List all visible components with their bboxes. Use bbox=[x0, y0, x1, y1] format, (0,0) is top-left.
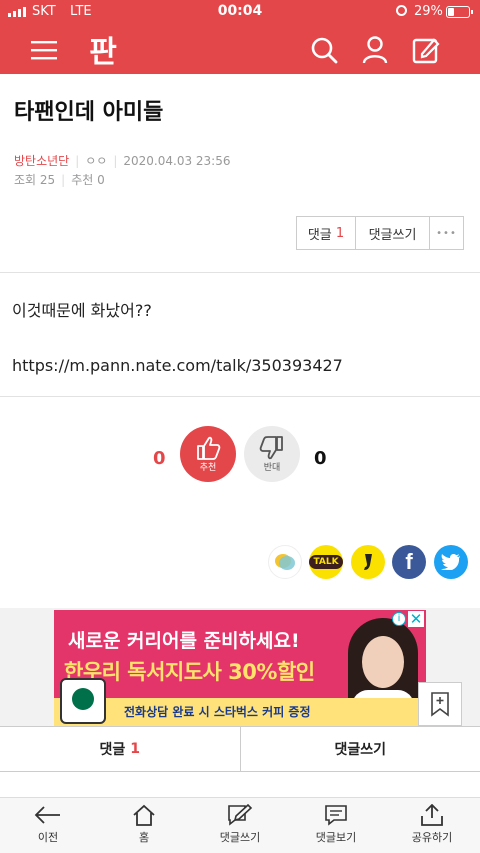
upvote-button[interactable]: 추천 bbox=[180, 426, 236, 482]
nav-back-label: 이전 bbox=[37, 831, 59, 844]
view-comment-icon bbox=[325, 805, 347, 826]
comment-count: 1 bbox=[335, 225, 345, 241]
coffee-cup-icon bbox=[60, 678, 106, 724]
share-icon bbox=[421, 804, 443, 826]
twitter-icon[interactable] bbox=[434, 545, 468, 579]
kakaopage-icon[interactable] bbox=[351, 545, 385, 579]
write-comment-icon bbox=[228, 804, 253, 826]
comment-tab-count: 1 bbox=[130, 741, 140, 757]
post-meta: 방탄소년단 | ㅇㅇ | 2020.04.03 23:56 bbox=[14, 154, 231, 168]
search-icon[interactable] bbox=[306, 32, 342, 68]
kakaostory-icon[interactable] bbox=[268, 545, 302, 579]
downvote-label: 반대 bbox=[263, 462, 281, 473]
battery-percent: 29% bbox=[414, 4, 443, 19]
post-body-link[interactable]: https://m.pann.nate.com/talk/350393427 bbox=[12, 356, 343, 375]
thumbs-up-icon bbox=[197, 436, 221, 460]
status-bar: SKT LTE 00:04 29% bbox=[0, 0, 480, 24]
write-icon[interactable] bbox=[408, 32, 444, 68]
nav-view-comments[interactable]: 댓글보기 bbox=[288, 798, 384, 853]
ad-info-icon[interactable]: i bbox=[392, 612, 406, 626]
alarm-icon bbox=[396, 5, 407, 16]
back-arrow-icon bbox=[34, 806, 60, 824]
nav-home-label: 홈 bbox=[138, 831, 150, 844]
ad-headline: 새로운 커리어를 준비하세요! bbox=[68, 630, 300, 652]
nav-share-label: 공유하기 bbox=[411, 831, 453, 844]
ad-banner[interactable]: 새로운 커리어를 준비하세요! 한우리 독서지도사 30%할인 전화상담 완료 … bbox=[54, 610, 426, 726]
kakaotalk-label: TALK bbox=[309, 555, 343, 569]
post-datetime: 2020.04.03 23:56 bbox=[123, 154, 231, 168]
facebook-icon[interactable]: f bbox=[392, 545, 426, 579]
battery-icon bbox=[446, 6, 473, 18]
bookmark-button[interactable] bbox=[418, 682, 462, 726]
nav-share[interactable]: 공유하기 bbox=[384, 798, 480, 853]
comment-button[interactable]: 댓글 1 bbox=[297, 217, 355, 249]
post-body-text: 이것때문에 화났어?? bbox=[12, 301, 152, 320]
comment-bar: 댓글 1 댓글쓰기 bbox=[0, 726, 480, 772]
nav-home[interactable]: 홈 bbox=[96, 798, 192, 853]
write-comment-tab[interactable]: 댓글쓰기 bbox=[241, 727, 480, 771]
upvote-label: 추천 bbox=[199, 462, 217, 473]
nav-view-comments-label: 댓글보기 bbox=[315, 831, 357, 844]
post-action-buttons: 댓글 1 댓글쓰기 ••• bbox=[296, 216, 464, 250]
pann-logo[interactable]: 판 bbox=[82, 28, 122, 70]
bookmark-add-icon bbox=[431, 692, 449, 717]
post-author: ㅇㅇ bbox=[85, 154, 108, 168]
recommend-count: 추천 0 bbox=[71, 173, 105, 187]
clock: 00:04 bbox=[217, 3, 263, 19]
more-options-button[interactable]: ••• bbox=[429, 217, 463, 249]
app-header: 판 bbox=[0, 24, 480, 74]
kakaotalk-icon[interactable]: TALK bbox=[309, 545, 343, 579]
menu-icon[interactable] bbox=[26, 32, 62, 68]
write-comment-button[interactable]: 댓글쓰기 bbox=[355, 217, 429, 249]
user-icon[interactable] bbox=[357, 32, 393, 68]
post-title: 타팬인데 아미들 bbox=[14, 100, 164, 125]
upvote-count: 0 bbox=[153, 448, 166, 469]
downvote-button[interactable]: 반대 bbox=[244, 426, 300, 482]
divider bbox=[0, 396, 480, 397]
ad-subtext: 전화상담 완료 시 스타벅스 커피 증정 bbox=[124, 705, 311, 719]
ad-close-icon[interactable]: ✕ bbox=[408, 611, 424, 627]
nav-write-comment-label: 댓글쓰기 bbox=[219, 831, 261, 844]
post-stats: 조회 25 | 추천 0 bbox=[14, 173, 105, 187]
downvote-count: 0 bbox=[314, 448, 327, 469]
divider bbox=[0, 272, 480, 273]
view-count: 조회 25 bbox=[14, 173, 56, 187]
comment-tab[interactable]: 댓글 1 bbox=[0, 727, 241, 771]
nav-back[interactable]: 이전 bbox=[0, 798, 96, 853]
post-category[interactable]: 방탄소년단 bbox=[14, 154, 69, 168]
nav-write-comment[interactable]: 댓글쓰기 bbox=[192, 798, 288, 853]
ad-container: 새로운 커리어를 준비하세요! 한우리 독서지도사 30%할인 전화상담 완료 … bbox=[0, 608, 480, 726]
home-icon bbox=[133, 804, 155, 826]
thumbs-down-icon bbox=[259, 435, 283, 459]
bottom-nav: 이전 홈 댓글쓰기 댓글보기 공유하기 bbox=[0, 797, 480, 853]
